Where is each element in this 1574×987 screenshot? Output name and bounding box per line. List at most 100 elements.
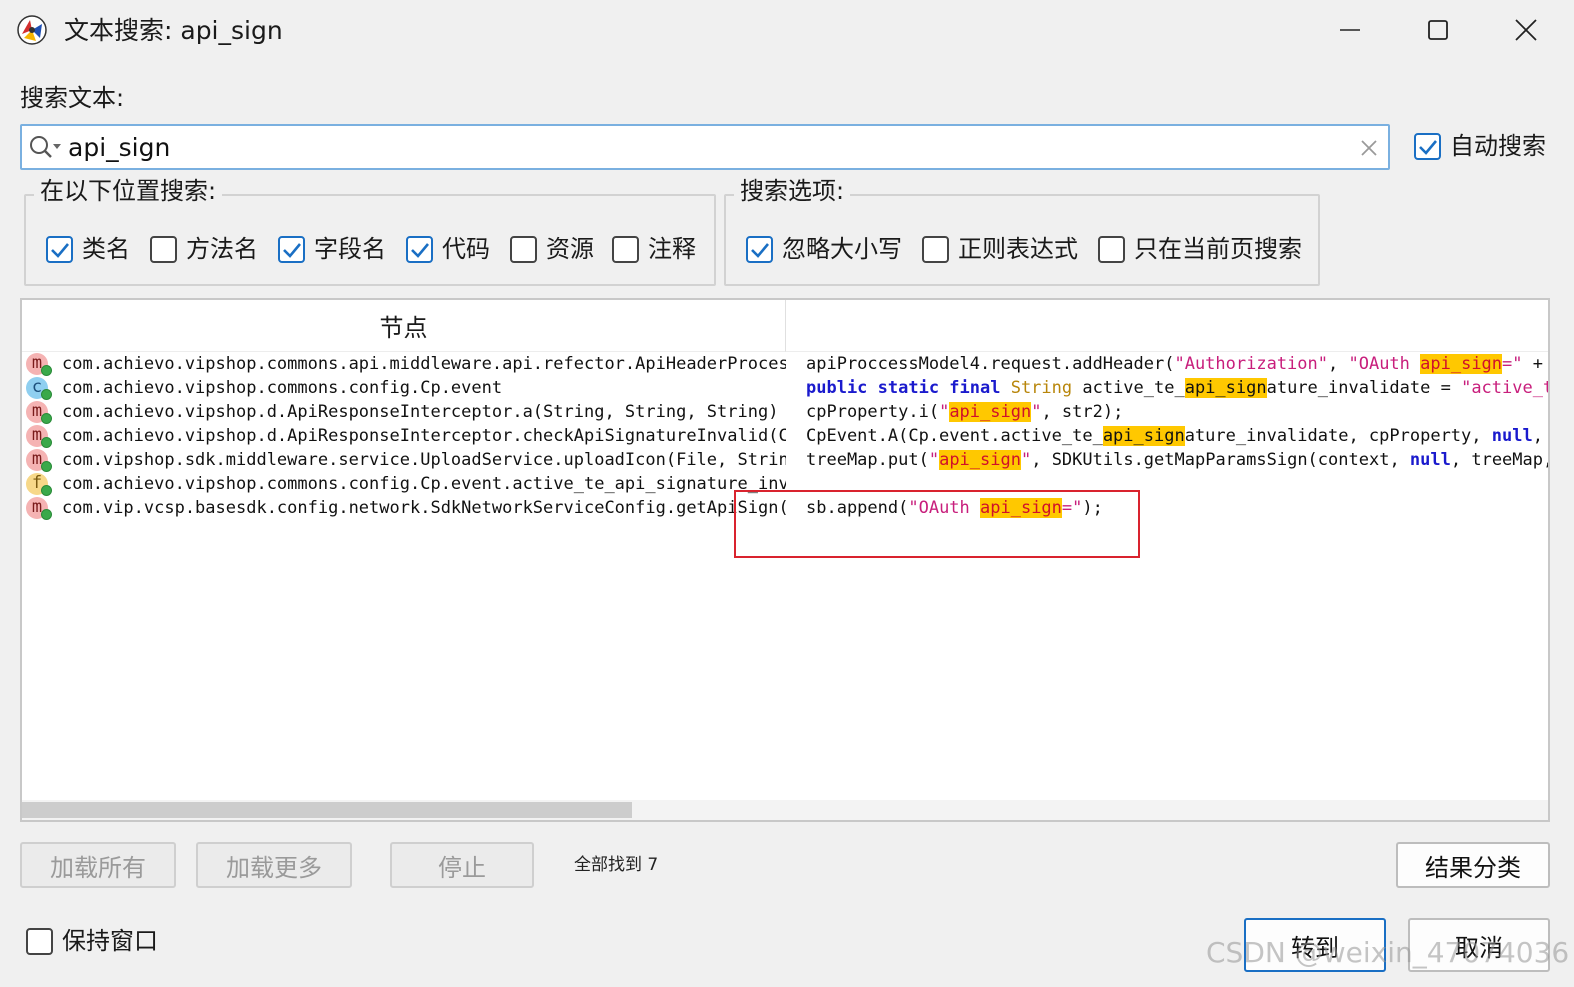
code-token: apiProccessModel4.request.addHeader( <box>806 354 1175 374</box>
code-token: "OAuth <box>1348 354 1421 374</box>
checkbox-box[interactable] <box>278 235 305 263</box>
method-icon: m <box>26 424 52 448</box>
table-row[interactable]: f com.achievo.vipshop.commons.config.Cp.e… <box>22 472 1548 496</box>
code-snippet: treeMap.put("api_sign", SDKUtils.getMapP… <box>806 448 1550 472</box>
minimize-button[interactable] <box>1318 10 1382 54</box>
auto-search-checkbox[interactable]: 自动搜索 <box>1414 131 1546 161</box>
checkbox-box[interactable] <box>26 927 53 955</box>
class-name-checkbox[interactable]: 类名 <box>46 234 130 264</box>
code-token: treeMap.put( <box>806 450 929 470</box>
checkbox-box[interactable] <box>150 235 177 263</box>
code-token: ature_invalidate = <box>1266 378 1462 398</box>
stop-button[interactable]: 停止 <box>390 842 534 888</box>
checkbox-box[interactable] <box>1414 132 1441 160</box>
checkmark-icon <box>51 242 69 258</box>
window-title: 文本搜索: api_sign <box>64 16 283 45</box>
regex-checkbox[interactable]: 正则表达式 <box>922 234 1078 264</box>
table-row[interactable]: c com.achievo.vipshop.commons.config.Cp.e… <box>22 376 1548 400</box>
checkbox-box[interactable] <box>1098 235 1125 263</box>
code-token: sb.append( <box>806 498 909 518</box>
checkbox-label: 方法名 <box>186 235 258 263</box>
keep-window-label: 保持窗口 <box>62 927 158 955</box>
jadx-logo-icon <box>16 14 48 46</box>
checkbox-label: 资源 <box>546 235 594 263</box>
checkbox-box[interactable] <box>406 235 433 263</box>
column-header-node[interactable]: 节点 <box>22 300 786 352</box>
checkbox-label: 代码 <box>442 235 490 263</box>
node-path: com.vip.vcsp.basesdk.config.network.SdkN… <box>62 498 786 518</box>
code-snippet: sb.append("OAuth api_sign="); <box>806 496 1548 520</box>
node-path: com.achievo.vipshop.d.ApiResponseInterce… <box>62 426 786 446</box>
checkmark-icon <box>751 242 769 258</box>
comments-checkbox[interactable]: 注释 <box>612 234 696 264</box>
ignore-case-checkbox[interactable]: 忽略大小写 <box>746 234 902 264</box>
match-highlight: api_sign <box>1184 378 1267 398</box>
field-name-checkbox[interactable]: 字段名 <box>278 234 386 264</box>
clear-search-icon[interactable] <box>1356 135 1382 161</box>
found-count: 全部找到 7 <box>574 855 659 875</box>
code-token: =" <box>1061 498 1083 518</box>
code-snippet: public static final String active_te_api… <box>806 376 1548 400</box>
checkmark-icon <box>411 242 429 258</box>
code-token: , str2); <box>1041 402 1124 422</box>
node-path: com.achievo.vipshop.d.ApiResponseInterce… <box>62 402 786 422</box>
checkbox-label: 字段名 <box>314 235 386 263</box>
load-more-button[interactable]: 加载更多 <box>196 842 352 888</box>
public-access-icon <box>41 365 52 376</box>
search-options-title: 搜索选项: <box>734 174 851 208</box>
code-token: null <box>1491 426 1533 446</box>
current-page-only-checkbox[interactable]: 只在当前页搜索 <box>1098 234 1302 264</box>
resources-checkbox[interactable]: 资源 <box>510 234 594 264</box>
method-name-checkbox[interactable]: 方法名 <box>150 234 258 264</box>
classify-results-button[interactable]: 结果分类 <box>1396 842 1550 888</box>
close-icon <box>1514 18 1538 46</box>
code-token: null <box>1409 450 1451 470</box>
close-button[interactable] <box>1494 10 1558 54</box>
public-access-icon <box>41 485 52 496</box>
table-row[interactable]: m com.achievo.vipshop.commons.api.middlew… <box>22 352 1548 376</box>
title-bar: 文本搜索: api_sign <box>0 0 1574 64</box>
table-row[interactable]: m com.achievo.vipshop.d.ApiResponseInterc… <box>22 400 1548 424</box>
search-input[interactable] <box>66 129 1336 165</box>
node-path: com.achievo.vipshop.commons.api.middlewa… <box>62 354 786 374</box>
node-path: com.vipshop.sdk.middleware.service.Uploa… <box>62 450 786 470</box>
code-token: , treeMap, A <box>1450 450 1550 470</box>
checkbox-box[interactable] <box>510 235 537 263</box>
code-token: "active_te_ <box>1461 378 1548 398</box>
method-icon: m <box>26 400 52 424</box>
code-token: " <box>1020 450 1032 470</box>
maximize-button[interactable] <box>1406 10 1470 54</box>
checkmark-icon <box>1419 139 1437 155</box>
match-highlight: api_sign <box>949 402 1032 422</box>
results-table[interactable]: 节点 m com.achievo.vipshop.commons.api.midd… <box>20 298 1550 822</box>
load-all-button[interactable]: 加载所有 <box>20 842 176 888</box>
search-text-label: 搜索文本: <box>20 84 125 112</box>
maximize-icon <box>1427 19 1449 45</box>
goto-button[interactable]: 转到 <box>1244 918 1386 972</box>
code-checkbox[interactable]: 代码 <box>406 234 490 264</box>
code-token: " <box>928 450 940 470</box>
search-box[interactable] <box>20 124 1390 170</box>
keep-window-checkbox[interactable]: 保持窗口 <box>26 926 158 956</box>
search-icon[interactable] <box>28 134 62 162</box>
public-access-icon <box>41 413 52 424</box>
checkbox-label: 只在当前页搜索 <box>1134 235 1302 263</box>
checkbox-box[interactable] <box>922 235 949 263</box>
column-header-code[interactable] <box>786 300 1548 352</box>
table-row[interactable]: m com.achievo.vipshop.d.ApiResponseInterc… <box>22 424 1548 448</box>
code-token: ); <box>1082 498 1103 518</box>
checkbox-box[interactable] <box>612 235 639 263</box>
checkbox-box[interactable] <box>746 235 773 263</box>
table-row[interactable]: m com.vip.vcsp.basesdk.config.network.Sdk… <box>22 496 1548 520</box>
public-access-icon <box>41 389 52 400</box>
cancel-button[interactable]: 取消 <box>1408 918 1550 972</box>
checkbox-label: 正则表达式 <box>958 235 1078 263</box>
horizontal-scrollbar[interactable] <box>22 800 1548 820</box>
checkbox-box[interactable] <box>46 235 73 263</box>
scrollbar-thumb[interactable] <box>22 802 632 818</box>
class-icon: c <box>26 376 52 400</box>
match-highlight: api_sign <box>1102 426 1185 446</box>
code-token: ature_invalidate, cpProperty, <box>1184 426 1492 446</box>
table-row[interactable]: m com.vipshop.sdk.middleware.service.Uplo… <box>22 448 1550 472</box>
code-token: " <box>939 402 950 422</box>
